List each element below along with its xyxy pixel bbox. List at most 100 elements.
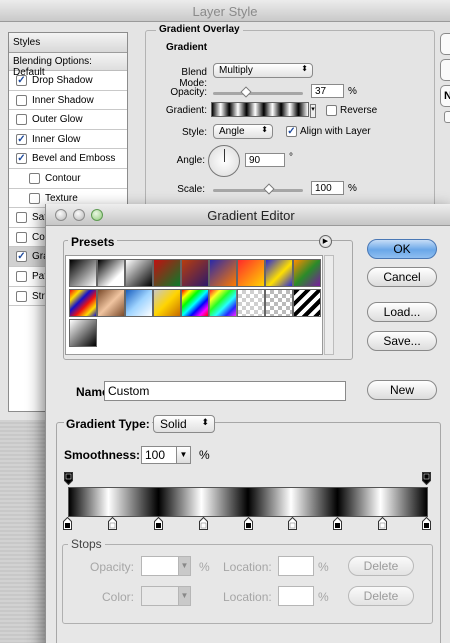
preset-swatch[interactable] <box>125 289 153 317</box>
gradient-bar[interactable] <box>68 487 428 517</box>
preset-swatch[interactable] <box>293 289 321 317</box>
preset-swatch[interactable] <box>293 259 321 287</box>
style-item-bevel-emboss[interactable]: ✓ Bevel and Emboss <box>9 149 127 169</box>
opacity-stop-icon[interactable] <box>64 472 73 485</box>
checkbox-inner-shadow[interactable] <box>16 94 27 106</box>
layer-style-ok-button-partial[interactable] <box>440 33 450 55</box>
scale-slider[interactable] <box>213 183 303 195</box>
checkbox-bevel-emboss[interactable]: ✓ <box>16 153 27 165</box>
reverse-checkbox[interactable] <box>326 105 337 116</box>
style-label: Style: <box>181 127 207 138</box>
preset-swatch[interactable] <box>209 289 237 317</box>
layer-style-new-style-button-partial[interactable]: N <box>440 85 450 107</box>
preset-swatch[interactable] <box>125 259 153 287</box>
preset-swatch[interactable] <box>237 289 265 317</box>
preset-swatch[interactable] <box>69 289 97 317</box>
reverse-label: Reverse <box>340 105 378 117</box>
color-stop-icon[interactable] <box>108 517 117 530</box>
checkbox-gradient-overlay[interactable]: ✓ <box>16 251 27 263</box>
color-stop-icon[interactable] <box>244 517 253 530</box>
preset-swatch[interactable] <box>265 289 293 317</box>
preset-swatch[interactable] <box>97 289 125 317</box>
preview-checkbox-partial[interactable] <box>444 111 450 123</box>
layer-style-cancel-button-partial[interactable] <box>440 59 450 81</box>
gradient-preview-swatch[interactable] <box>211 102 309 117</box>
checkbox-pattern-overlay[interactable] <box>16 270 27 282</box>
preset-swatch[interactable] <box>181 259 209 287</box>
preset-swatch[interactable] <box>181 289 209 317</box>
color-stop-icon[interactable] <box>422 517 431 530</box>
checkbox-color-overlay[interactable] <box>16 231 27 243</box>
style-item-drop-shadow[interactable]: ✓ Drop Shadow <box>9 71 127 91</box>
smoothness-input[interactable]: 100 <box>141 446 177 464</box>
smoothness-label: Smoothness: <box>64 448 141 462</box>
checkbox-drop-shadow[interactable]: ✓ <box>16 75 27 86</box>
angle-dial[interactable] <box>208 145 240 177</box>
stop-color-location-input[interactable] <box>278 586 314 606</box>
checkbox-satin[interactable] <box>16 212 27 224</box>
style-select[interactable]: Angle ⬍ <box>213 124 273 139</box>
load-button[interactable]: Load... <box>367 302 437 322</box>
stop-opacity-location-input[interactable] <box>278 556 314 576</box>
scale-input[interactable]: 100 <box>311 181 344 195</box>
checkbox-contour[interactable] <box>29 172 40 184</box>
opacity-stop-icon[interactable] <box>422 472 431 485</box>
color-stop-icon[interactable] <box>333 517 342 530</box>
layer-style-title: Layer Style <box>192 4 258 19</box>
ok-button[interactable]: OK <box>367 239 437 259</box>
style-item-inner-shadow[interactable]: Inner Shadow <box>9 91 127 111</box>
styles-header[interactable]: Styles <box>9 33 127 53</box>
stop-opacity-dropdown-icon[interactable]: ▼ <box>179 556 191 576</box>
color-stop-icon[interactable] <box>378 517 387 530</box>
preset-swatch[interactable] <box>69 259 97 287</box>
presets-menu-icon[interactable]: ▶ <box>319 235 332 248</box>
gradient-editor-title: Gradient Editor <box>207 208 295 223</box>
stop-color-dropdown-icon[interactable]: ▼ <box>179 586 191 606</box>
presets-scrollbar[interactable] <box>324 255 334 355</box>
style-item-outer-glow[interactable]: Outer Glow <box>9 110 127 130</box>
angle-label: Angle: <box>176 155 205 166</box>
color-stop-icon[interactable] <box>63 517 72 530</box>
gradient-dropdown-arrow-icon[interactable]: ▾ <box>310 104 316 118</box>
preset-swatch[interactable] <box>237 259 265 287</box>
name-input[interactable]: Custom <box>104 381 346 401</box>
gradient-editor-titlebar[interactable]: Gradient Editor <box>46 204 450 226</box>
stop-color-swatch[interactable] <box>141 586 179 606</box>
blend-mode-select[interactable]: Multiply ⬍ <box>213 63 313 78</box>
color-stop-icon[interactable] <box>199 517 208 530</box>
stops-label: Stops <box>68 537 105 551</box>
smoothness-unit: % <box>199 448 210 462</box>
save-button[interactable]: Save... <box>367 331 437 351</box>
preset-swatch[interactable] <box>209 259 237 287</box>
checkbox-outer-glow[interactable] <box>16 114 27 126</box>
style-item-inner-glow[interactable]: ✓ Inner Glow <box>9 130 127 150</box>
align-with-layer-row[interactable]: ✓ Align with Layer <box>286 126 371 137</box>
opacity-input[interactable]: 37 <box>311 84 344 98</box>
layer-style-titlebar[interactable]: Layer Style <box>0 0 450 22</box>
blend-mode-value: Multiply <box>219 65 253 76</box>
preset-swatch[interactable] <box>69 319 97 347</box>
gradient-type-select[interactable]: Solid ⬍ <box>153 415 215 433</box>
blending-options-item[interactable]: Blending Options: Default <box>9 53 127 78</box>
opacity-slider[interactable] <box>213 86 303 98</box>
preset-swatch[interactable] <box>265 259 293 287</box>
cancel-button[interactable]: Cancel <box>367 267 437 287</box>
stop-opacity-unit: % <box>199 560 210 574</box>
angle-input[interactable]: 90 <box>245 153 285 167</box>
color-stop-icon[interactable] <box>288 517 297 530</box>
new-button[interactable]: New <box>367 380 437 400</box>
delete-opacity-stop-button[interactable]: Delete <box>348 556 414 576</box>
style-item-contour[interactable]: Contour <box>9 169 127 189</box>
checkbox-inner-glow[interactable]: ✓ <box>16 133 27 145</box>
stop-opacity-input[interactable] <box>141 556 179 576</box>
preset-swatch[interactable] <box>97 259 125 287</box>
align-with-layer-checkbox[interactable]: ✓ <box>286 126 297 137</box>
preset-swatch[interactable] <box>153 289 181 317</box>
delete-color-stop-button[interactable]: Delete <box>348 586 414 606</box>
color-stop-icon[interactable] <box>154 517 163 530</box>
smoothness-dropdown-arrow-icon[interactable]: ▼ <box>177 446 191 464</box>
checkbox-texture[interactable] <box>29 192 40 204</box>
checkbox-stroke[interactable] <box>16 290 27 302</box>
reverse-checkbox-row[interactable]: Reverse <box>326 105 377 116</box>
preset-swatch[interactable] <box>153 259 181 287</box>
